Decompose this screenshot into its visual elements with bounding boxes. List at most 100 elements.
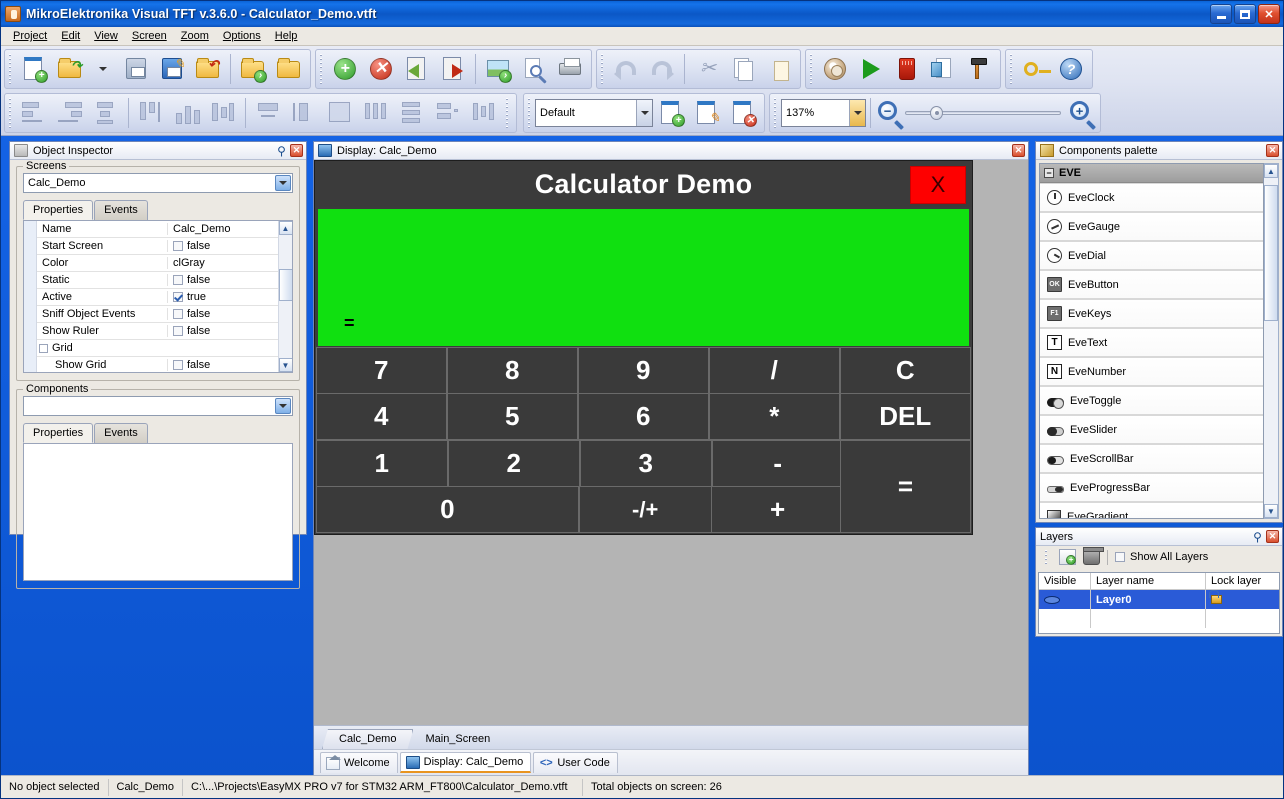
- zoom-combo[interactable]: 137%: [781, 99, 866, 127]
- menu-item-options[interactable]: Options: [216, 28, 268, 44]
- font-combo[interactable]: Default: [535, 99, 653, 127]
- key-clear[interactable]: C: [839, 346, 971, 394]
- license-key-button[interactable]: [1017, 51, 1053, 87]
- zoom-in-button[interactable]: +: [1067, 98, 1097, 130]
- size-both-button[interactable]: [322, 95, 358, 131]
- distribute-button[interactable]: [430, 95, 466, 131]
- palette-item-eveprogressbar[interactable]: EveProgressBar: [1040, 473, 1263, 502]
- align-center-horizontal-button[interactable]: [88, 95, 124, 131]
- maximize-button[interactable]: [1234, 4, 1256, 24]
- close-button[interactable]: ✕: [1258, 4, 1280, 24]
- palette-item-evetoggle[interactable]: EveToggle: [1040, 386, 1263, 415]
- palette-scroll-thumb[interactable]: [1264, 184, 1278, 322]
- toolbar-grip[interactable]: [318, 53, 325, 84]
- scroll-up-button[interactable]: ▲: [278, 221, 292, 235]
- space-vertical-button[interactable]: [394, 95, 430, 131]
- calculator-screen[interactable]: =: [318, 209, 969, 346]
- menu-item-screen[interactable]: Screen: [125, 28, 174, 44]
- property-row[interactable]: Start Screen false: [37, 238, 278, 255]
- align-top-button[interactable]: [133, 95, 169, 131]
- copy-button[interactable]: [725, 51, 761, 87]
- scroll-thumb[interactable]: [278, 269, 292, 302]
- layers-grip[interactable]: [1043, 550, 1050, 564]
- display-canvas[interactable]: Calculator Demo X = 7 8 9 / C 4 5 6 * DE…: [314, 160, 1028, 775]
- palette-item-evedial[interactable]: EveDial: [1040, 241, 1263, 270]
- lock-icon[interactable]: [1209, 590, 1222, 604]
- scroll-track[interactable]: [278, 235, 292, 358]
- align-center-vertical-button[interactable]: [205, 95, 241, 131]
- new-project-button[interactable]: +: [16, 51, 52, 87]
- align-left-button[interactable]: [16, 95, 52, 131]
- layers-pin-button[interactable]: ⚲: [1251, 530, 1264, 543]
- toolbar-grip[interactable]: [599, 53, 606, 84]
- screen-tab-calc-demo[interactable]: Calc_Demo: [322, 729, 413, 749]
- tab-properties[interactable]: Properties: [23, 200, 94, 220]
- layer-visible-cell[interactable]: [1039, 590, 1091, 609]
- eye-icon[interactable]: [1044, 595, 1060, 604]
- palette-item-evekeys[interactable]: F1 EveKeys: [1040, 299, 1263, 328]
- align-bottom-button[interactable]: [169, 95, 205, 131]
- key-divide[interactable]: /: [708, 346, 840, 394]
- property-row[interactable]: Name Calc_Demo: [37, 221, 278, 238]
- property-row[interactable]: Static false: [37, 272, 278, 289]
- delete-screen-button[interactable]: ✕: [363, 51, 399, 87]
- key-minus[interactable]: -: [711, 439, 844, 487]
- key-3[interactable]: 3: [579, 439, 712, 487]
- minimize-button[interactable]: [1210, 4, 1232, 24]
- paste-button[interactable]: [761, 51, 797, 87]
- key-sign[interactable]: -/+: [578, 486, 712, 533]
- zoom-slider-knob[interactable]: [930, 106, 943, 120]
- align-right-button[interactable]: [52, 95, 88, 131]
- palette-item-eveclock[interactable]: EveClock: [1040, 183, 1263, 212]
- close-panel-button[interactable]: ✕: [290, 144, 303, 157]
- redo-button[interactable]: [644, 51, 680, 87]
- palette-item-evescrollbar[interactable]: EveScrollBar: [1040, 444, 1263, 473]
- open-dropdown-button[interactable]: [88, 51, 118, 87]
- key-7[interactable]: 7: [315, 346, 447, 394]
- menu-item-help[interactable]: Help: [268, 28, 305, 44]
- edit-font-button[interactable]: ✎: [689, 95, 725, 131]
- display-close-button[interactable]: ✕: [1012, 144, 1025, 157]
- open-examples-button[interactable]: ›: [235, 51, 271, 87]
- help-button[interactable]: ?: [1053, 51, 1089, 87]
- palette-scrollbar[interactable]: ▲ ▼: [1264, 163, 1279, 519]
- palette-scroll-up-button[interactable]: ▲: [1264, 164, 1278, 178]
- key-6[interactable]: 6: [577, 393, 709, 440]
- delete-layer-icon[interactable]: [1083, 547, 1104, 565]
- key-equals[interactable]: =: [840, 440, 971, 533]
- key-multiply[interactable]: *: [708, 393, 840, 440]
- new-layer-icon[interactable]: +: [1059, 549, 1076, 565]
- key-0[interactable]: 0: [315, 486, 580, 533]
- undo-button[interactable]: [608, 51, 644, 87]
- zoom-slider[interactable]: [905, 106, 1061, 120]
- palette-item-evebutton[interactable]: OK EveButton: [1040, 270, 1263, 299]
- property-checkbox[interactable]: [173, 241, 183, 251]
- key-1[interactable]: 1: [315, 439, 448, 487]
- property-row[interactable]: Show Ruler false: [37, 323, 278, 340]
- image-export-button[interactable]: ›: [480, 51, 516, 87]
- key-8[interactable]: 8: [446, 346, 578, 394]
- layer-row[interactable]: Layer0: [1039, 590, 1279, 609]
- memory-card-button[interactable]: [889, 51, 925, 87]
- zoom-combo-arrow[interactable]: [849, 100, 865, 126]
- toolbar-grip[interactable]: [772, 98, 779, 128]
- property-group-row[interactable]: Grid: [37, 340, 278, 357]
- palette-scroll-down-button[interactable]: ▼: [1264, 504, 1278, 518]
- property-row[interactable]: Color clGray: [37, 255, 278, 272]
- key-plus[interactable]: +: [711, 486, 844, 533]
- doc-tab-user-code[interactable]: <> User Code: [533, 752, 618, 773]
- run-button[interactable]: [853, 51, 889, 87]
- calculator-close-button[interactable]: X: [910, 166, 966, 204]
- save-as-button[interactable]: ✎: [154, 51, 190, 87]
- menu-item-zoom[interactable]: Zoom: [174, 28, 216, 44]
- next-screen-button[interactable]: [435, 51, 471, 87]
- zoom-slider-track[interactable]: [905, 106, 1061, 120]
- size-width-button[interactable]: [250, 95, 286, 131]
- property-checkbox[interactable]: [173, 292, 183, 302]
- center-in-window-button[interactable]: [466, 95, 502, 131]
- doc-tab-welcome[interactable]: Welcome: [320, 752, 398, 773]
- close-project-button[interactable]: ↶: [190, 51, 226, 87]
- properties-scrollbar[interactable]: ▲ ▼: [278, 221, 292, 372]
- preview-button[interactable]: [516, 51, 552, 87]
- print-button[interactable]: [552, 51, 588, 87]
